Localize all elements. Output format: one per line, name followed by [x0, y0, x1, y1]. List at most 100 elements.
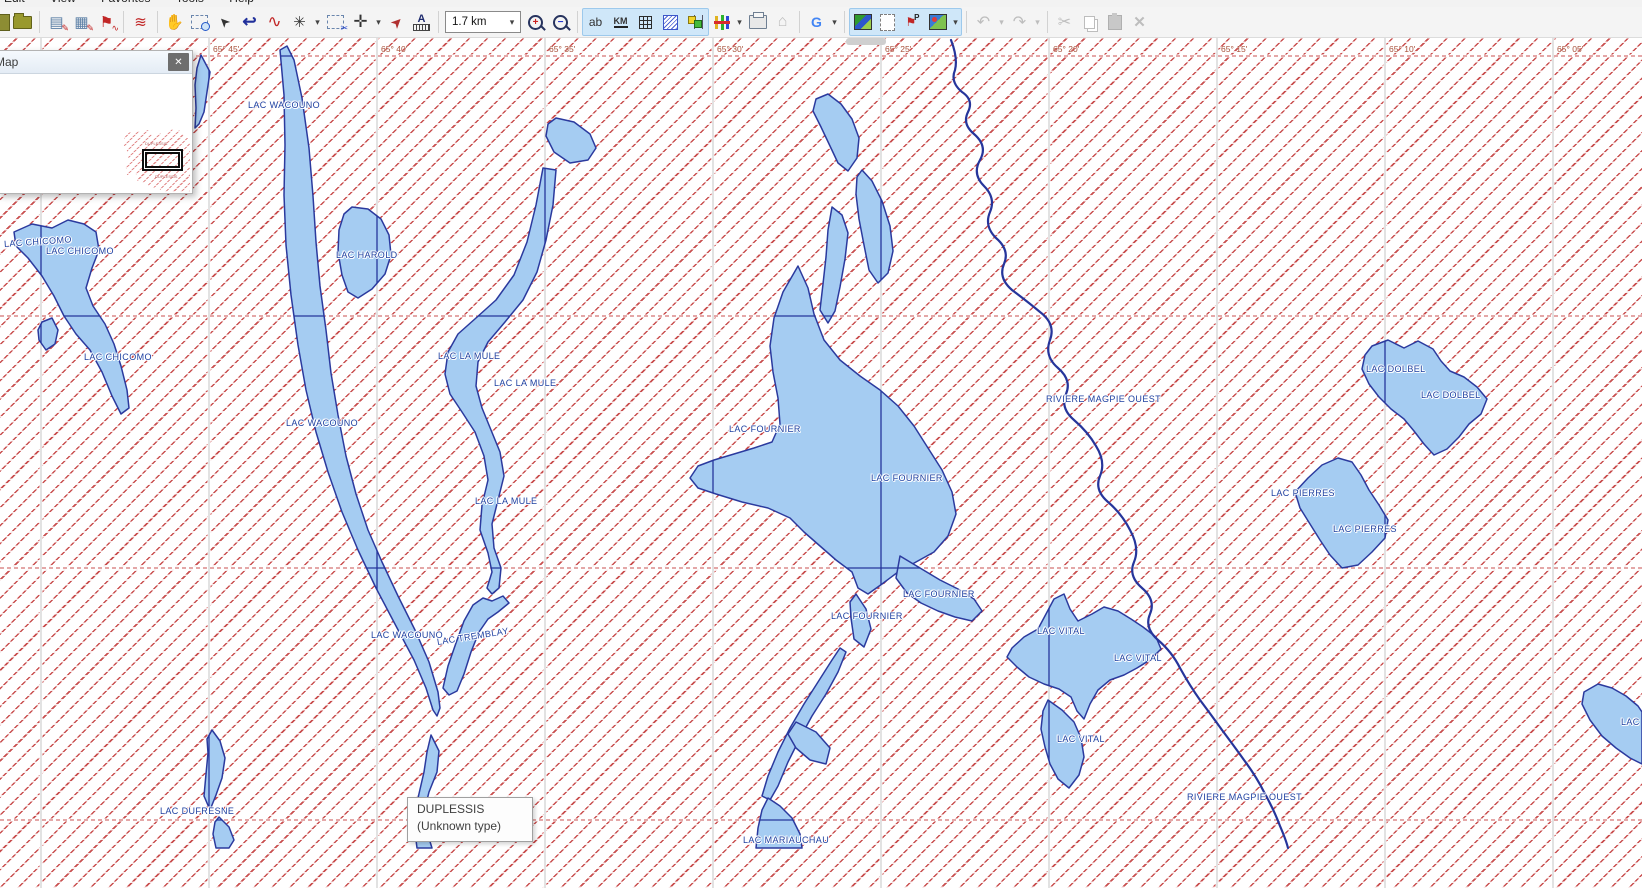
paste-button: [1102, 10, 1127, 34]
zoom-rect-icon: [191, 15, 208, 29]
swirl-icon: ≋: [134, 13, 147, 31]
menu-favorites[interactable]: Favorites: [101, 0, 150, 5]
close-icon: ✕: [174, 57, 182, 68]
overview-window-title: Map: [0, 55, 18, 69]
delete-button: ✕: [1127, 10, 1152, 34]
polyline-icon: ∿: [267, 12, 281, 32]
print-button[interactable]: [745, 10, 770, 34]
separator: [844, 11, 845, 33]
pencil-icon: ✎: [86, 24, 94, 33]
toggle-hatch-button[interactable]: [658, 10, 683, 34]
measure-button[interactable]: A: [409, 10, 434, 34]
separator: [438, 11, 439, 33]
mini-label: DUPLESSIS: [155, 174, 177, 179]
squiggle-icon: ∿: [111, 24, 119, 33]
redo-icon: ↷: [1013, 12, 1026, 32]
tooltip-feature-type: (Unknown type): [417, 818, 523, 835]
crop-tool-button[interactable]: ✂: [323, 10, 348, 34]
zoom-out-button[interactable]: −: [548, 10, 573, 34]
vertices-icon: [687, 15, 704, 29]
menu-tools[interactable]: Tools: [176, 0, 204, 5]
menu-help[interactable]: Help: [229, 0, 254, 5]
cut-button: ✂: [1052, 10, 1077, 34]
menu-view[interactable]: View: [50, 0, 76, 5]
track-style-icon: [714, 15, 730, 30]
clipped-icon: [0, 14, 10, 31]
toggle-grid-button[interactable]: [633, 10, 658, 34]
hatch-icon: [663, 15, 678, 30]
ruler-icon: A: [413, 14, 430, 31]
undo-button: ↶: [971, 10, 996, 34]
overview-title-bar[interactable]: Map ✕: [0, 51, 192, 74]
magnifier-plus-icon: +: [528, 15, 543, 30]
pencil-icon: ✎: [61, 24, 69, 33]
magic-tool-dropdown[interactable]: ▾: [312, 10, 323, 34]
magic-tool-button[interactable]: ✳: [287, 10, 312, 34]
building-icon: ⌂: [778, 13, 788, 31]
printer-icon: [749, 15, 767, 29]
return-to-position-button[interactable]: ↩: [237, 10, 262, 34]
show-map-toggle[interactable]: [850, 10, 875, 34]
move-map-button[interactable]: ✛: [348, 10, 373, 34]
show-overlay-toggle[interactable]: [925, 10, 950, 34]
separator: [577, 11, 578, 33]
page-icon: [880, 14, 895, 31]
splitter-handle[interactable]: [846, 38, 886, 45]
map-properties-button[interactable]: ▤✎: [44, 10, 69, 34]
track-style-dropdown[interactable]: ▾: [734, 10, 745, 34]
toggle-vertices-button[interactable]: [683, 10, 708, 34]
separator: [123, 11, 124, 33]
ab-label: ab: [589, 15, 602, 29]
google-button[interactable]: G: [804, 10, 829, 34]
move-map-dropdown[interactable]: ▾: [373, 10, 384, 34]
scale-value: 1.7 km: [452, 16, 487, 28]
map-icon: [854, 14, 872, 30]
cursor-icon: ➤: [215, 12, 234, 31]
return-arrow-icon: ↩: [242, 12, 256, 32]
separator: [799, 11, 800, 33]
magnifier-minus-icon: −: [553, 15, 568, 30]
waypoint-icon: ⚑P: [906, 15, 920, 30]
river-path: [951, 40, 1288, 848]
google-g-icon: G: [811, 14, 822, 30]
track-draw-button[interactable]: ∿: [262, 10, 287, 34]
layer-toggles-group: ⚑P ▾: [849, 8, 962, 36]
track-style-button[interactable]: [709, 10, 734, 34]
hand-icon: ✋: [165, 13, 184, 31]
cut-icon: ✂: [1058, 12, 1071, 32]
toggle-labels-button[interactable]: ab: [583, 10, 608, 34]
pan-tool-button[interactable]: ✋: [162, 10, 187, 34]
overview-close-button[interactable]: ✕: [168, 53, 189, 71]
route-editor-button[interactable]: ⚑∿: [94, 10, 119, 34]
view-toggles-group: ab KM: [582, 8, 709, 36]
zoom-in-button[interactable]: +: [523, 10, 548, 34]
chevron-down-icon: ▾: [504, 17, 520, 28]
google-dropdown[interactable]: ▾: [829, 10, 840, 34]
show-waypoints-toggle[interactable]: ⚑P: [900, 10, 925, 34]
toggle-scalebar-button[interactable]: KM: [608, 10, 633, 34]
menu-bar: Edit View Favorites Tools Help: [0, 0, 1642, 7]
show-page-toggle[interactable]: [875, 10, 900, 34]
select-tool-button[interactable]: ➤: [212, 10, 237, 34]
distance-pin-button[interactable]: ➤: [384, 10, 409, 34]
delete-icon: ✕: [1133, 13, 1146, 31]
overlay-dropdown[interactable]: ▾: [950, 10, 961, 34]
move-cross-icon: ✛: [353, 12, 367, 32]
overview-view-extent[interactable]: [142, 149, 183, 171]
open-file-button[interactable]: [10, 10, 35, 34]
main-toolbar: ▤✎ ▦✎ ⚑∿ ≋ ✋ ➤ ↩ ∿ ✳ ▾ ✂ ✛ ▾ ➤ A 1.7 km ▾…: [0, 7, 1642, 38]
scale-select[interactable]: 1.7 km ▾: [445, 11, 521, 33]
show-track-button[interactable]: ≋: [128, 10, 153, 34]
separator: [39, 11, 40, 33]
menu-edit[interactable]: Edit: [4, 0, 25, 5]
scissors-icon: ✂: [340, 24, 348, 33]
undo-dropdown: ▾: [996, 10, 1007, 34]
overview-map-body[interactable]: DUPLESSISDUPLESSIS: [0, 74, 190, 192]
map-vector-layer: [0, 38, 1642, 888]
dart-icon: ➤: [386, 12, 406, 32]
map-calibration-button[interactable]: ▦✎: [69, 10, 94, 34]
overview-map-window: Map ✕ DUPLESSISDUPLESSIS: [0, 50, 193, 194]
feature-tooltip: DUPLESSIS (Unknown type): [407, 797, 533, 842]
copy-button: [1077, 10, 1102, 34]
zoom-select-button[interactable]: [187, 10, 212, 34]
